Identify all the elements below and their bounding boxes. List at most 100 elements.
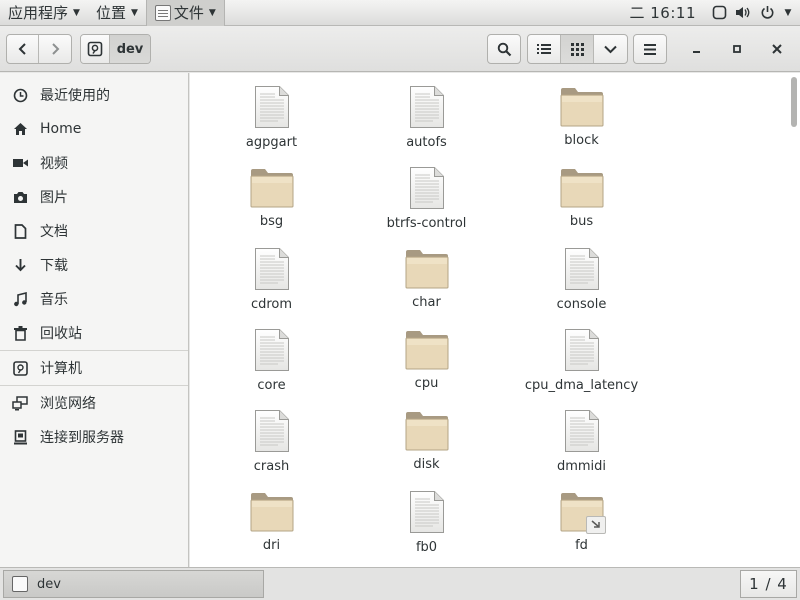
file-item[interactable]: agpgart	[194, 81, 349, 162]
vertical-scrollbar[interactable]	[788, 73, 800, 567]
sidebar-item-downloads[interactable]: 下载	[0, 248, 188, 282]
view-options-button[interactable]	[594, 35, 627, 63]
file-item[interactable]: dmmidi	[504, 405, 659, 486]
text-file-icon	[564, 409, 600, 453]
file-name: fd	[575, 538, 588, 553]
sidebar-item-pictures[interactable]: 图片	[0, 180, 188, 214]
chevron-down-icon	[604, 45, 617, 53]
places-label: 位置	[95, 4, 126, 22]
applications-label: 应用程序	[8, 4, 69, 22]
maximize-icon	[733, 45, 741, 53]
sidebar-item-label: 下载	[40, 258, 68, 274]
folder-icon	[250, 168, 294, 208]
view-switcher	[527, 34, 628, 64]
sidebar-item-home[interactable]: Home	[0, 112, 188, 146]
search-button[interactable]	[487, 34, 521, 64]
forward-button[interactable]	[39, 35, 71, 63]
applications-menu[interactable]: 应用程序 ▼	[0, 0, 88, 26]
power-icon[interactable]	[756, 0, 778, 26]
grid-view-button[interactable]	[561, 35, 594, 63]
file-manager-icon	[12, 576, 28, 592]
sidebar-item-network[interactable]: 浏览网络	[0, 386, 188, 420]
files-app-menu[interactable]: 文件 ▼	[145, 0, 225, 26]
sidebar-item-trash[interactable]: 回收站	[0, 316, 188, 350]
file-name: bus	[569, 214, 594, 229]
clock-icon	[12, 87, 28, 103]
list-view-icon	[537, 44, 551, 54]
sidebar-item-videos[interactable]: 视频	[0, 146, 188, 180]
symlink-arrow-icon	[585, 516, 606, 534]
sidebar-item-label: 文档	[40, 224, 68, 240]
menu-button[interactable]	[633, 34, 667, 64]
file-name: block	[564, 133, 599, 148]
sidebar-item-label: 连接到服务器	[40, 430, 124, 446]
file-item[interactable]: dri	[194, 486, 349, 567]
sidebar-item-label: 最近使用的	[40, 88, 110, 104]
status-area: 二 16:11 ▼	[630, 0, 800, 26]
sidebar-item-music[interactable]: 音乐	[0, 282, 188, 316]
sidebar-item-connect-server[interactable]: 连接到服务器	[0, 420, 188, 454]
forward-arrow-icon	[52, 43, 60, 55]
file-name: agpgart	[245, 135, 298, 150]
display-icon[interactable]	[708, 0, 730, 26]
file-item[interactable]: bsg	[194, 162, 349, 243]
file-item[interactable]: autofs	[349, 81, 504, 162]
file-name: autofs	[406, 135, 447, 150]
back-arrow-icon	[18, 43, 26, 55]
file-item[interactable]: block	[504, 81, 659, 162]
list-view-button[interactable]	[528, 35, 561, 63]
file-item[interactable]: disk	[349, 405, 504, 486]
file-grid: agpgart autofs block bsg btrfs-control bus cdr…	[190, 81, 788, 567]
sidebar-item-label: Home	[40, 121, 82, 137]
text-file-icon	[254, 409, 290, 453]
sidebar-item-label: 音乐	[40, 292, 68, 308]
sidebar-item-label: 计算机	[40, 361, 82, 377]
file-item[interactable]: char	[349, 243, 504, 324]
minimize-button[interactable]	[682, 34, 712, 64]
text-file-icon	[409, 85, 445, 129]
file-name: crash	[253, 459, 290, 474]
drive-icon	[87, 41, 103, 57]
sidebar-item-label: 回收站	[40, 326, 82, 342]
file-item[interactable]: btrfs-control	[349, 162, 504, 243]
chevron-down-icon[interactable]: ▼	[780, 0, 796, 26]
workspace-pager[interactable]: 1 / 4	[740, 570, 797, 598]
file-item[interactable]: cpu	[349, 324, 504, 405]
file-name: bsg	[259, 214, 284, 229]
file-name: char	[412, 295, 441, 310]
folder-icon	[560, 168, 604, 208]
places-menu[interactable]: 位置 ▼	[88, 0, 146, 26]
file-item[interactable]: core	[194, 324, 349, 405]
clock[interactable]: 二 16:11	[630, 2, 697, 23]
file-item[interactable]: cdrom	[194, 243, 349, 324]
file-view: agpgart autofs block bsg btrfs-control bus cdr…	[190, 73, 800, 567]
video-icon	[12, 155, 28, 171]
file-name: console	[556, 297, 607, 312]
sidebar-item-recent[interactable]: 最近使用的	[0, 78, 188, 112]
window-list-item[interactable]: dev	[3, 570, 264, 598]
file-item[interactable]: cpu_dma_latency	[504, 324, 659, 405]
file-item[interactable]: fb0	[349, 486, 504, 567]
back-button[interactable]	[7, 35, 39, 63]
folder-icon	[405, 330, 449, 370]
path-current-button[interactable]: dev	[110, 35, 150, 63]
file-item[interactable]: bus	[504, 162, 659, 243]
sidebar: 最近使用的 Home 视频 图片 文档 下载 音乐 回收站 计算机 浏览网络 连…	[0, 73, 189, 567]
text-file-icon	[564, 328, 600, 372]
hamburger-menu-icon	[644, 43, 656, 55]
file-item[interactable]: crash	[194, 405, 349, 486]
sidebar-item-documents[interactable]: 文档	[0, 214, 188, 248]
download-icon	[12, 257, 28, 273]
text-file-icon	[254, 247, 290, 291]
chevron-down-icon: ▼	[73, 7, 80, 18]
close-button[interactable]	[762, 34, 792, 64]
path-root-button[interactable]	[81, 35, 110, 63]
folder-link-icon	[560, 492, 606, 534]
maximize-button[interactable]	[722, 34, 752, 64]
scrollbar-thumb[interactable]	[791, 77, 797, 127]
file-item[interactable]: console	[504, 243, 659, 324]
volume-icon[interactable]	[732, 0, 754, 26]
file-item[interactable]: fd	[504, 486, 659, 567]
sidebar-item-computer[interactable]: 计算机	[0, 351, 188, 385]
folder-icon	[250, 492, 294, 532]
